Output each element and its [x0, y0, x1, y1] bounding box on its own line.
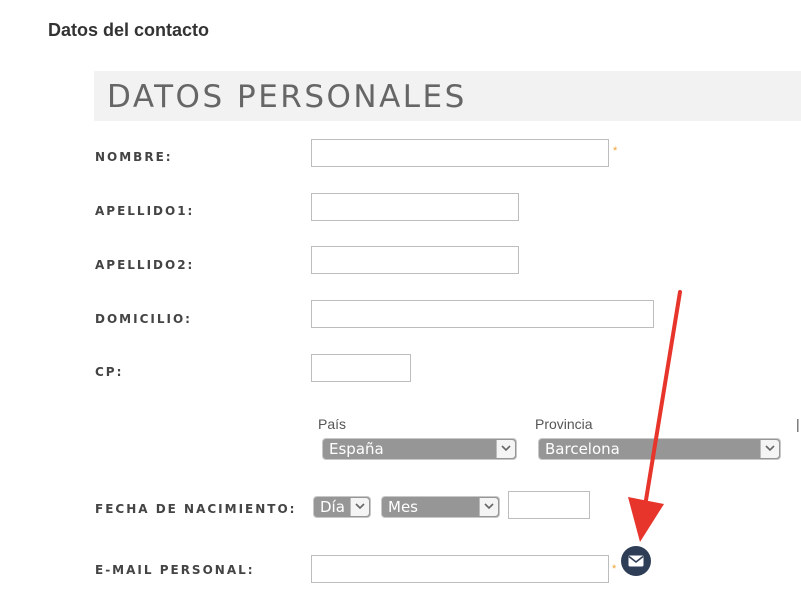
apellido2-input[interactable]: [311, 246, 519, 274]
pais-caption: País: [318, 416, 347, 432]
section-header: DATOS PERSONALES: [94, 71, 801, 121]
anio-input[interactable]: [508, 491, 590, 519]
page-title: Datos del contacto: [48, 20, 210, 40]
email-label: E-MAIL PERSONAL:: [95, 563, 255, 577]
email-required-marker: *: [612, 563, 617, 575]
email-send-button[interactable]: [621, 546, 651, 576]
dia-select[interactable]: Día: [313, 496, 371, 518]
apellido1-input[interactable]: [311, 193, 519, 221]
pais-select[interactable]: España: [322, 438, 517, 460]
domicilio-input[interactable]: [311, 300, 654, 328]
nombre-label: NOMBRE:: [95, 150, 173, 164]
apellido1-label: APELLIDO1:: [95, 204, 195, 218]
section-title: DATOS PERSONALES: [107, 79, 467, 115]
fecha-nacimiento-label: FECHA DE NACIMIENTO:: [95, 502, 297, 516]
chevron-down-icon: [350, 498, 369, 516]
chevron-down-icon: [760, 440, 779, 458]
email-input[interactable]: [311, 555, 609, 583]
nombre-required-marker: *: [613, 145, 618, 157]
nombre-input[interactable]: [311, 139, 609, 167]
chevron-down-icon: [496, 440, 515, 458]
mes-select[interactable]: Mes: [381, 496, 500, 518]
apellido2-label: APELLIDO2:: [95, 258, 195, 272]
provincia-select-value: Barcelona: [545, 440, 620, 458]
mes-select-value: Mes: [388, 498, 418, 516]
pais-select-value: España: [329, 440, 384, 458]
cp-input[interactable]: [311, 354, 411, 382]
cp-label: CP:: [95, 365, 124, 379]
cut-off-caption: |: [796, 416, 800, 432]
provincia-select[interactable]: Barcelona: [538, 438, 781, 460]
dia-select-value: Día: [320, 498, 345, 516]
domicilio-label: DOMICILIO:: [95, 312, 192, 326]
chevron-down-icon: [479, 498, 498, 516]
provincia-caption: Provincia: [535, 416, 593, 432]
envelope-icon: [628, 555, 644, 567]
